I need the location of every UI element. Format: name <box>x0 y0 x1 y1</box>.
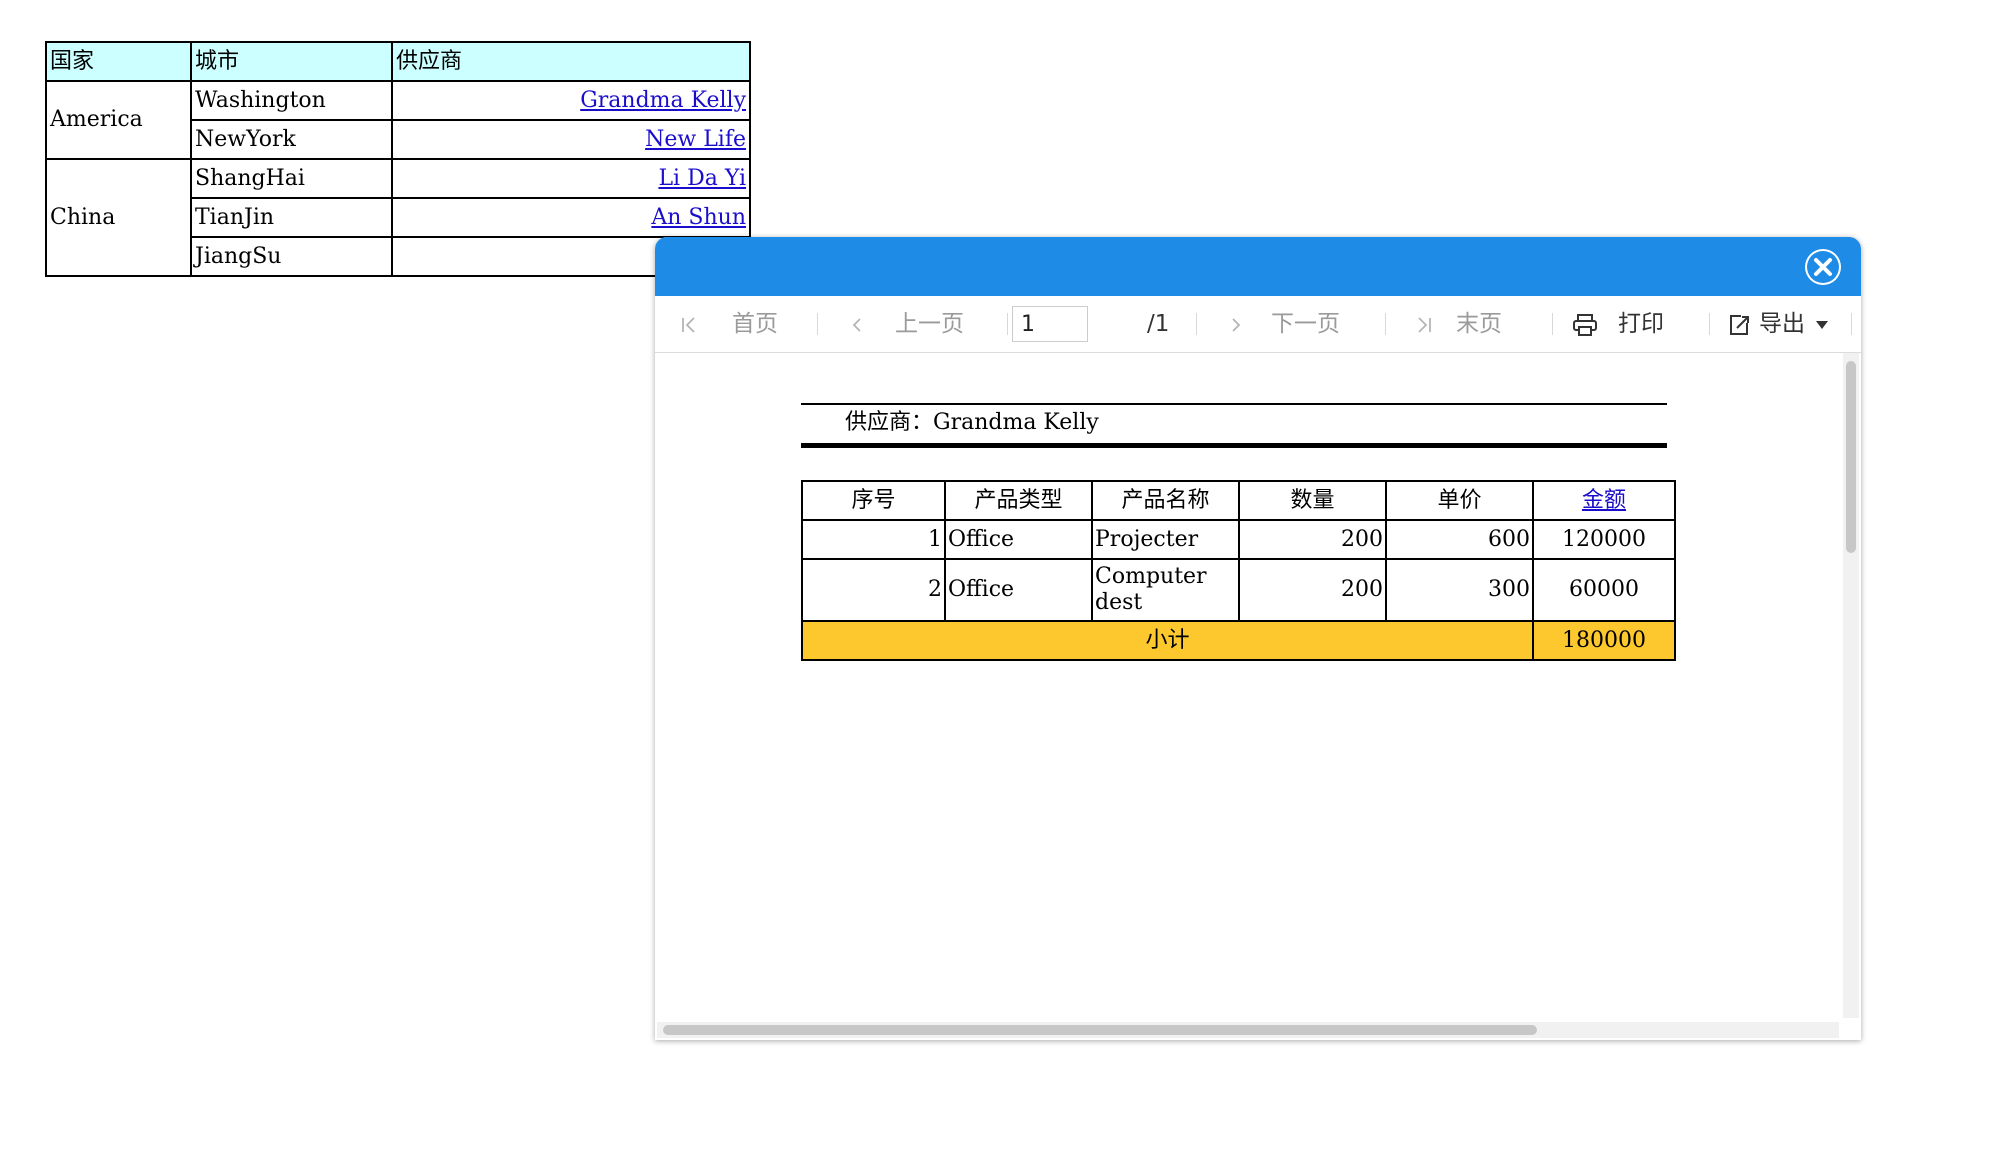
header-unit-price: 单价 <box>1385 480 1534 521</box>
report-content: 供应商：Grandma Kelly 序号 产品类型 产品名称 数量 单价 金额 … <box>655 353 1841 1020</box>
report-toolbar: 首页 上一页 /1 下一页 末页 打印 <box>655 296 1861 353</box>
city-cell: Washington <box>190 80 393 121</box>
table-row: 1 Office Projecter 200 600 120000 <box>801 519 1676 560</box>
header-country: 国家 <box>45 41 192 82</box>
city-cell: ShangHai <box>190 158 393 199</box>
table-row: 2 Office Computer dest 200 300 60000 <box>801 558 1676 622</box>
supplier-cell: An Shun <box>391 197 751 238</box>
header-product-name: 产品名称 <box>1091 480 1240 521</box>
toolbar-divider <box>1851 313 1852 335</box>
supplier-cell: Li Da Yi <box>391 158 751 199</box>
close-icon <box>1807 251 1839 283</box>
name-cell: Projecter <box>1091 519 1240 560</box>
header-supplier: 供应商 <box>391 41 751 82</box>
supplier-title: 供应商：Grandma Kelly <box>845 410 1099 435</box>
supplier-title-bar: 供应商：Grandma Kelly <box>801 403 1667 448</box>
toolbar-divider <box>1709 313 1710 335</box>
type-cell: Office <box>944 558 1093 622</box>
next-page-button[interactable]: 下一页 <box>1271 296 1340 352</box>
country-cell: China <box>45 158 192 277</box>
subtotal-label: 小计 <box>801 620 1534 661</box>
quantity-cell: 200 <box>1238 558 1387 622</box>
prev-page-icon[interactable] <box>851 296 863 352</box>
supplier-cell: Grandma Kelly <box>391 80 751 121</box>
city-cell: JiangSu <box>190 236 393 277</box>
supplier-link[interactable]: Grandma Kelly <box>580 88 746 113</box>
price-cell: 600 <box>1385 519 1534 560</box>
supplier-link[interactable]: An Shun <box>651 205 746 230</box>
printer-icon[interactable] <box>1572 296 1598 352</box>
close-button[interactable] <box>1805 249 1841 285</box>
page-number-input[interactable] <box>1012 306 1088 342</box>
toolbar-divider <box>1007 313 1008 335</box>
detail-header-row: 序号 产品类型 产品名称 数量 单价 金额 <box>801 480 1676 521</box>
table-row: America Washington Grandma Kelly <box>45 80 751 160</box>
subtotal-value: 180000 <box>1532 620 1676 661</box>
report-dialog: 首页 上一页 /1 下一页 末页 打印 <box>655 237 1861 1040</box>
country-cell: America <box>45 80 192 160</box>
prev-page-button[interactable]: 上一页 <box>895 296 964 352</box>
amount-cell: 60000 <box>1532 558 1676 622</box>
first-page-icon[interactable] <box>681 296 697 352</box>
master-table: 国家 城市 供应商 America Washington Grandma Kel… <box>45 41 751 277</box>
first-page-button[interactable]: 首页 <box>732 296 778 352</box>
name-cell: Computer dest <box>1091 558 1240 622</box>
header-quantity: 数量 <box>1238 480 1387 521</box>
detail-table: 序号 产品类型 产品名称 数量 单价 金额 1 Office Projecter… <box>801 480 1676 661</box>
chevron-down-icon[interactable] <box>1815 296 1829 352</box>
last-page-button[interactable]: 末页 <box>1456 296 1502 352</box>
toolbar-divider <box>1552 313 1553 335</box>
header-amount: 金额 <box>1532 480 1676 521</box>
index-cell: 2 <box>801 558 946 622</box>
next-page-icon[interactable] <box>1230 296 1242 352</box>
horizontal-scrollbar-thumb[interactable] <box>663 1025 1537 1035</box>
export-icon[interactable] <box>1727 296 1751 352</box>
index-cell: 1 <box>801 519 946 560</box>
dialog-header <box>655 237 1861 296</box>
print-button[interactable]: 打印 <box>1618 296 1664 352</box>
master-header-row: 国家 城市 供应商 <box>45 41 751 82</box>
toolbar-divider <box>817 313 818 335</box>
amount-cell: 120000 <box>1532 519 1676 560</box>
subtotal-row: 小计 180000 <box>801 620 1676 661</box>
supplier-link[interactable]: New Life <box>645 127 746 152</box>
last-page-icon[interactable] <box>1416 296 1432 352</box>
quantity-cell: 200 <box>1238 519 1387 560</box>
toolbar-divider <box>1385 313 1386 335</box>
amount-sort-link[interactable]: 金额 <box>1582 488 1626 513</box>
header-city: 城市 <box>190 41 393 82</box>
type-cell: Office <box>944 519 1093 560</box>
supplier-cell: New Life <box>391 119 751 160</box>
city-cell: TianJin <box>190 197 393 238</box>
vertical-scrollbar-thumb[interactable] <box>1846 361 1856 553</box>
header-index: 序号 <box>801 480 946 521</box>
toolbar-divider <box>1196 313 1197 335</box>
price-cell: 300 <box>1385 558 1534 622</box>
export-button[interactable]: 导出 <box>1759 296 1805 352</box>
city-cell: NewYork <box>190 119 393 160</box>
supplier-link[interactable]: Li Da Yi <box>658 166 746 191</box>
table-row: China ShangHai Li Da Yi <box>45 158 751 277</box>
page-total: /1 <box>1147 311 1170 337</box>
header-product-type: 产品类型 <box>944 480 1093 521</box>
